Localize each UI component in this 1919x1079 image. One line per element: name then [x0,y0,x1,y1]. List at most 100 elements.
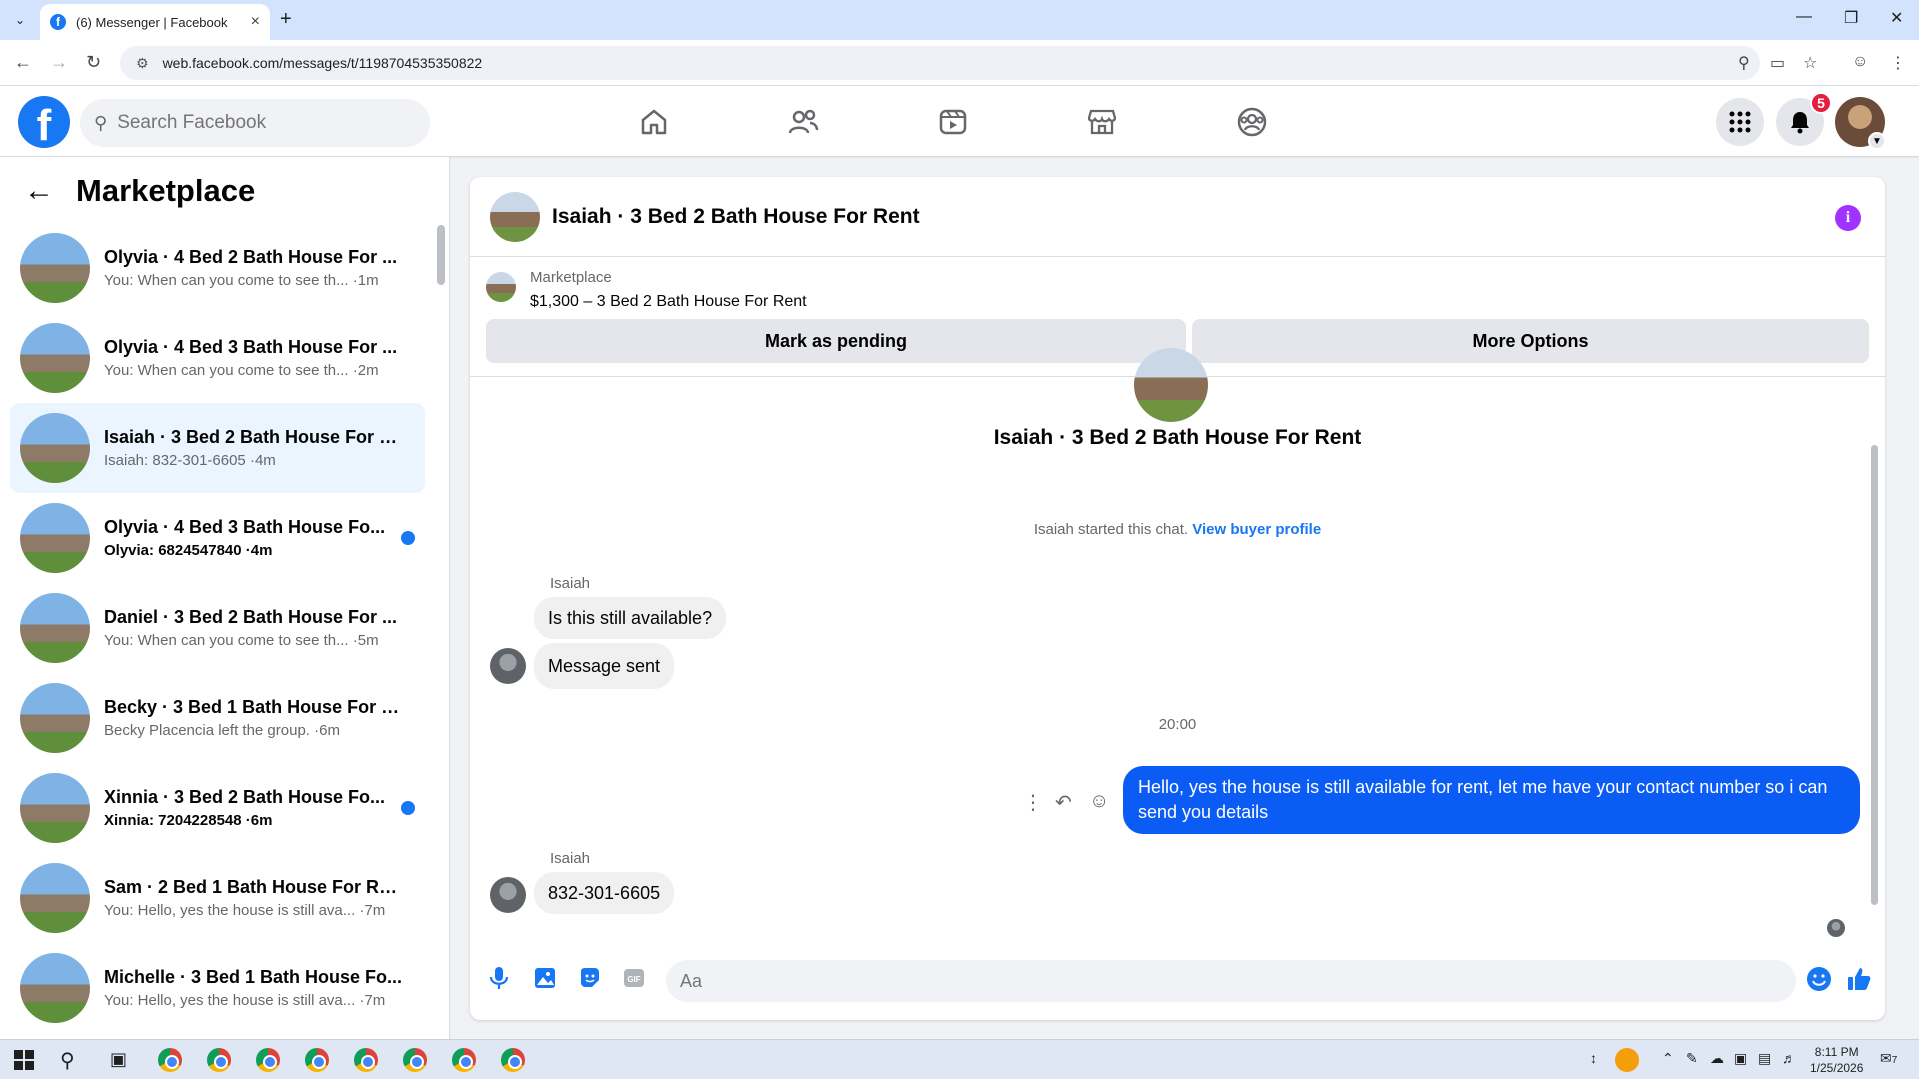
conversation-name: Michelle · 3 Bed 1 Bath House Fo... [104,967,403,987]
message-input[interactable] [666,960,1796,1002]
pen-icon[interactable]: ✎ [1686,1050,1698,1067]
system-clock[interactable]: 8:11 PM 1/25/2026 [1810,1044,1863,1076]
onedrive-icon[interactable]: ☁ [1710,1050,1724,1067]
search-icon[interactable]: ⚲ [60,1048,75,1073]
sender-avatar[interactable] [490,877,526,913]
back-arrow-icon[interactable]: ← [24,174,54,208]
reload-icon[interactable]: ↻ [86,52,101,73]
chat-header-thumbnail[interactable] [490,191,540,242]
chrome-taskbar-icon[interactable] [158,1048,182,1072]
conversation-item[interactable]: Olyvia · 4 Bed 3 Bath House Fo... Olyvia:… [10,493,425,583]
notification-center-icon[interactable]: ✉7 [1880,1050,1897,1067]
friends-icon[interactable] [785,104,821,140]
address-bar[interactable]: ⚙ web.facebook.com/messages/t/1198704535… [120,46,1760,80]
facebook-logo[interactable]: f [18,96,70,148]
kebab-menu-icon[interactable]: ⋮ [1890,53,1906,73]
groups-icon[interactable] [1234,104,1270,140]
weather-icon[interactable] [1615,1048,1639,1072]
listing-title[interactable]: $1,300 – 3 Bed 2 Bath House For Rent [530,293,807,311]
conversation-item[interactable]: Olyvia · 4 Bed 3 Bath House For ... You: … [10,313,425,403]
incoming-message[interactable]: Message sent [534,643,675,689]
zoom-icon[interactable]: ⚲ [1738,53,1750,73]
conversation-name: Becky · 3 Bed 1 Bath House For R... [104,697,404,717]
conversation-item[interactable]: Xinnia · 3 Bed 2 Bath House Fo... Xinnia:… [10,763,425,853]
tab-title: (6) Messenger | Facebook [76,14,228,30]
chat-scrollbar[interactable] [1871,445,1878,905]
sticker-icon[interactable] [578,966,602,996]
chrome-taskbar-icon[interactable] [305,1048,329,1072]
listing-thumbnail [20,593,90,663]
emoji-icon[interactable] [1806,966,1832,998]
marketplace-icon[interactable] [1084,104,1120,140]
conversation-item-active[interactable]: Isaiah · 3 Bed 2 Bath House For R... Isai… [10,403,425,493]
unread-dot [401,801,415,815]
menu-grid-icon[interactable] [1716,98,1764,146]
conversation-item[interactable]: Michelle · 3 Bed 1 Bath House Fo... You: … [10,943,425,1033]
windows-start-icon[interactable] [14,1050,34,1075]
bookmark-star-icon[interactable]: ☆ [1803,53,1817,73]
new-tab-icon[interactable]: + [280,8,292,31]
video-icon[interactable] [935,104,971,140]
clock-date: 1/25/2026 [1810,1061,1864,1075]
chat-title[interactable]: Isaiah · 3 Bed 2 Bath House For Rent [552,205,920,229]
sender-avatar[interactable] [490,648,526,684]
home-icon[interactable] [636,104,672,140]
chrome-taskbar-icon[interactable] [452,1048,476,1072]
mark-as-pending-button[interactable]: Mark as pending [486,319,1186,363]
show-hidden-icons-icon[interactable]: ⌃ [1662,1050,1674,1067]
site-info-icon[interactable]: ⚙ [136,55,149,72]
network-icon[interactable]: ▤ [1758,1050,1771,1067]
chrome-taskbar-icon[interactable] [354,1048,378,1072]
tab-dropdown-icon[interactable]: ⌄ [8,8,32,32]
more-options-button[interactable]: More Options [1192,319,1869,363]
microphone-icon[interactable] [488,966,510,996]
back-icon[interactable]: ← [14,52,32,73]
reply-icon[interactable]: ↶ [1055,790,1072,815]
restore-icon[interactable]: ❐ [1844,8,1858,28]
outgoing-message[interactable]: Hello, yes the house is still available … [1123,766,1860,834]
chevron-down-icon[interactable]: ▼ [1868,132,1886,150]
install-icon[interactable]: ▭ [1770,53,1785,73]
conversation-list: Olyvia · 4 Bed 2 Bath House For ... You: … [10,223,425,1033]
chrome-taskbar-icon[interactable] [501,1048,525,1072]
marketplace-label: Marketplace [530,269,612,286]
meet-now-icon[interactable]: ▣ [1734,1050,1747,1067]
browser-tab-messenger[interactable]: f (6) Messenger | Facebook × [40,4,270,40]
more-actions-icon[interactable]: ⋮ [1023,790,1043,815]
conversation-item[interactable]: Becky · 3 Bed 1 Bath House For R... Becky… [10,673,425,763]
close-tab-icon[interactable]: × [251,13,260,31]
scroll-arrows-icon[interactable]: ↕ [1590,1050,1597,1066]
chrome-taskbar-icon[interactable] [207,1048,231,1072]
conversation-name: Olyvia · 4 Bed 2 Bath House For ... [104,247,398,267]
listing-thumbnail [20,773,90,843]
conversation-item[interactable]: Olyvia · 4 Bed 2 Bath House For ... You: … [10,223,425,313]
listing-thumbnail[interactable] [486,272,516,302]
image-icon[interactable] [533,966,557,996]
task-view-icon[interactable]: ▣ [110,1049,127,1070]
conversation-item[interactable]: Daniel · 3 Bed 2 Bath House For ... You: … [10,583,425,673]
gif-icon[interactable]: GIF [622,966,646,996]
incoming-message[interactable]: 832-301-6605 [534,872,675,914]
close-window-icon[interactable]: ✕ [1890,8,1903,28]
sidebar-scrollbar[interactable] [437,225,445,285]
minimize-icon[interactable]: — [1796,8,1812,26]
listing-thumbnail [20,953,90,1023]
conversation-name: Isaiah · 3 Bed 2 Bath House For R... [104,427,404,447]
sidebar-title: Marketplace [76,173,256,208]
chrome-taskbar-icon[interactable] [403,1048,427,1072]
react-emoji-icon[interactable]: ☺ [1089,790,1109,813]
incoming-message[interactable]: Is this still available? [534,597,727,639]
clock-time: 8:11 PM [1814,1045,1859,1059]
conversation-item[interactable]: Sam · 2 Bed 1 Bath House For Rent You: He… [10,853,425,943]
view-buyer-profile-link[interactable]: View buyer profile [1192,521,1321,538]
read-receipt-avatar [1827,919,1845,937]
thumbs-up-icon[interactable] [1846,966,1872,998]
search-box[interactable]: ⚲ [80,99,430,147]
forward-icon[interactable]: → [50,52,68,73]
volume-icon[interactable]: ♬ [1782,1050,1796,1066]
chrome-taskbar-icon[interactable] [256,1048,280,1072]
search-input[interactable] [117,112,398,134]
svg-text:GIF: GIF [627,975,640,984]
info-icon[interactable]: i [1835,205,1861,231]
profile-icon[interactable]: ☺ [1852,53,1868,71]
